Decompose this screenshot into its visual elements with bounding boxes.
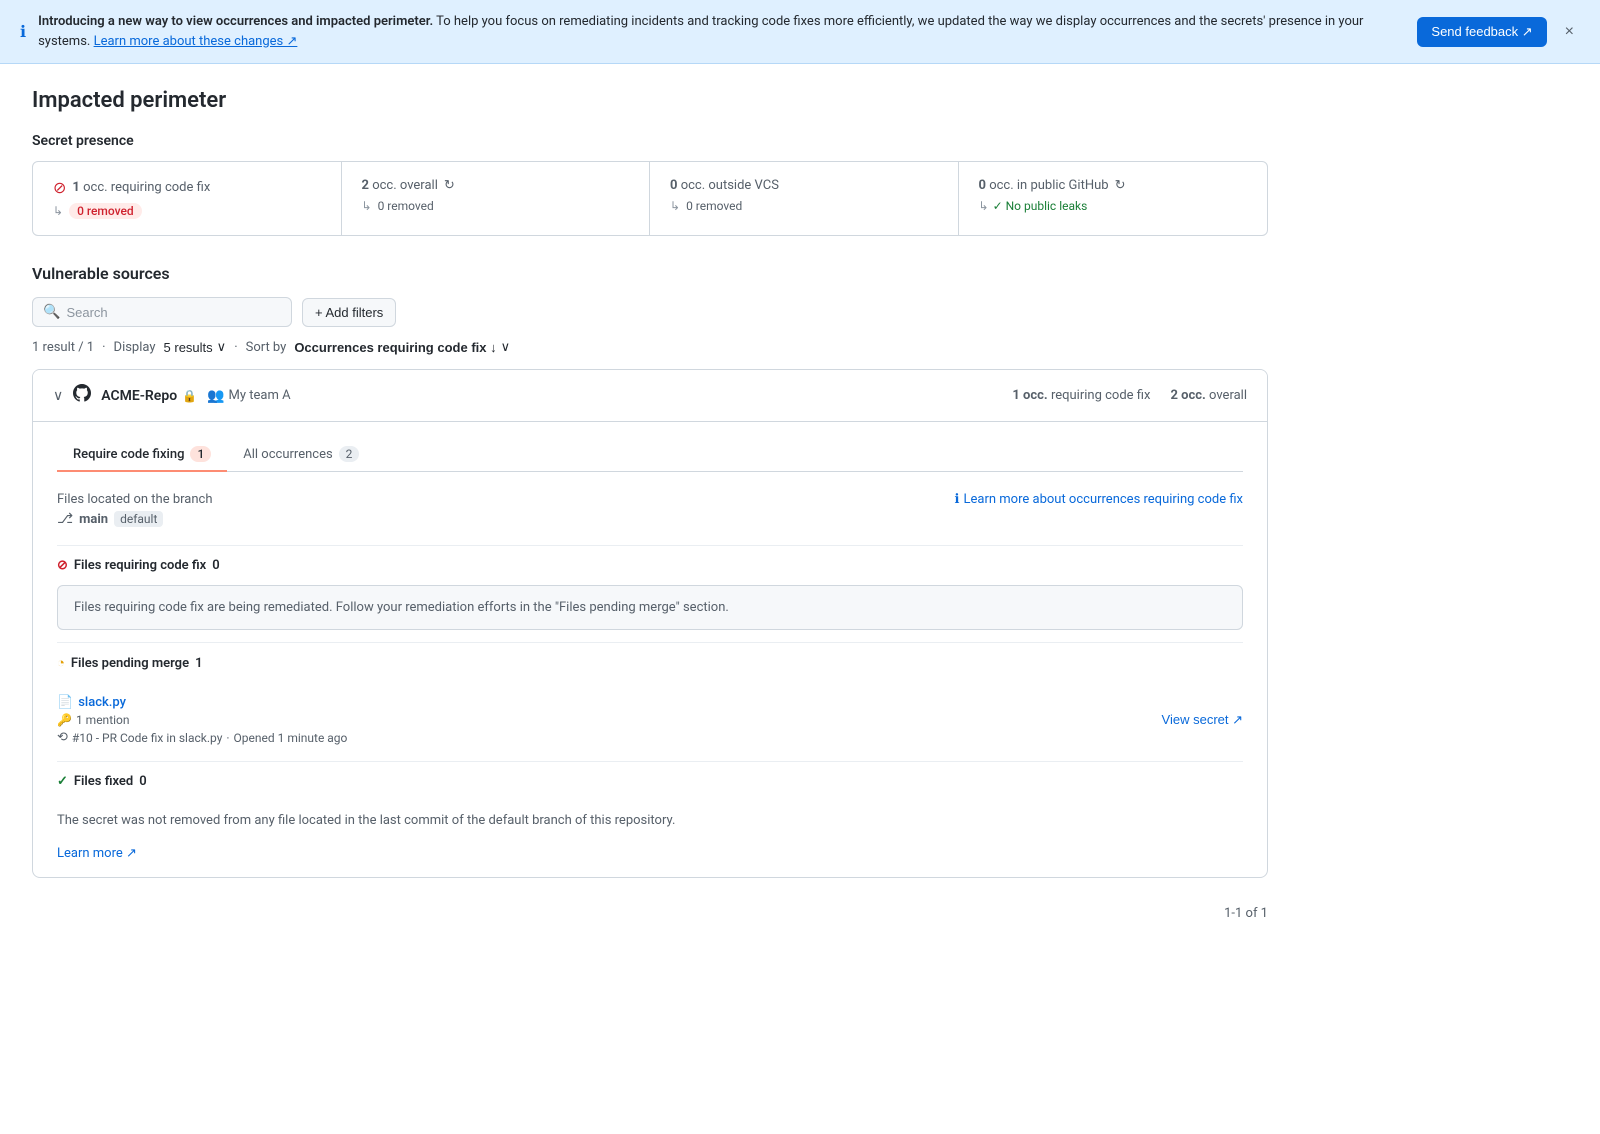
warning-icon: ⊘ xyxy=(57,558,68,573)
pr-row: ⟲ #10 - PR Code fix in slack.py · Opened… xyxy=(57,730,1152,745)
display-dropdown[interactable]: 5 results ∨ xyxy=(164,339,227,355)
default-badge: default xyxy=(114,511,163,527)
secret-card-public-github: 0 occ. in public GitHub ↻ ↳ ✓ No public … xyxy=(959,162,1268,235)
banner-text: Introducing a new way to view occurrence… xyxy=(38,12,1405,51)
files-fixed-heading: ✓ Files fixed 0 xyxy=(57,761,1243,801)
tab-count-2: 2 xyxy=(339,446,360,462)
secret-card-overall: 2 occ. overall ↻ ↳ 0 removed xyxy=(342,162,651,235)
repo-card-header: ∨ ACME-Repo 🔒 👥 My team A 1 oc xyxy=(33,370,1267,422)
card2-label: 2 occ. overall ↻ xyxy=(362,178,630,193)
card4-label: 0 occ. in public GitHub ↻ xyxy=(979,178,1248,193)
results-sort-row: 1 result / 1 · Display 5 results ∨ · Sor… xyxy=(32,339,1268,355)
key-icon: 🔑 xyxy=(57,713,72,727)
learn-more-occurrences-link[interactable]: ℹ Learn more about occurrences requiring… xyxy=(955,492,1243,507)
files-requiring-code-fix-heading: ⊘ Files requiring code fix 0 xyxy=(57,545,1243,585)
banner-bold-text: Introducing a new way to view occurrence… xyxy=(38,14,433,29)
vulnerable-sources-section: Vulnerable sources 🔍 + Add filters 1 res… xyxy=(32,264,1268,933)
send-feedback-button[interactable]: Send feedback ↗ xyxy=(1417,17,1546,47)
results-count: 1 result / 1 xyxy=(32,340,94,355)
file-row: 📄 slack.py 🔑 1 mention ⟲ #10 - PR Code f… xyxy=(57,683,1243,757)
search-icon: 🔍 xyxy=(43,304,60,320)
file-icon: 📄 xyxy=(57,695,73,710)
warning-circle-icon: ⊘ xyxy=(53,178,66,197)
lock-icon: 🔒 xyxy=(182,389,197,403)
chevron-down-icon: ∨ xyxy=(217,339,227,355)
files-on-branch-label: Files located on the branch xyxy=(57,492,213,507)
files-fixed-info: The secret was not removed from any file… xyxy=(57,801,1243,840)
add-filters-button[interactable]: + Add filters xyxy=(302,298,396,327)
repo-header-left: ∨ ACME-Repo 🔒 👥 My team A xyxy=(53,384,1012,407)
card1-label: ⊘ 1 occ. requiring code fix xyxy=(53,178,321,197)
pagination-row: 1-1 of 1 xyxy=(32,894,1268,933)
files-pending-merge-heading: ◔ Files pending merge 1 xyxy=(57,642,1243,683)
sort-dropdown[interactable]: Occurrences requiring code fix ↓ ∨ xyxy=(294,339,510,355)
pagination-label: 1-1 of 1 xyxy=(1224,906,1268,921)
card1-removed: ↳ 0 removed xyxy=(53,203,321,219)
display-label: Display xyxy=(114,340,156,355)
occ-requiring-label: 1 occ. requiring code fix xyxy=(1012,388,1150,403)
tab-count-1: 1 xyxy=(190,446,211,462)
pending-circle-icon: ◔ xyxy=(57,655,65,671)
search-filter-row: 🔍 + Add filters xyxy=(32,297,1268,327)
secret-card-requiring-code-fix: ⊘ 1 occ. requiring code fix ↳ 0 removed xyxy=(33,162,342,235)
secret-card-outside-vcs: 0 occ. outside VCS ↳ 0 removed xyxy=(650,162,959,235)
branch-info-left: Files located on the branch ⎇ main defau… xyxy=(57,492,213,527)
repo-name: ACME-Repo 🔒 xyxy=(101,388,197,404)
card3-removed: ↳ 0 removed xyxy=(670,199,938,213)
secret-presence-grid: ⊘ 1 occ. requiring code fix ↳ 0 removed … xyxy=(32,161,1268,236)
repo-card-body: Require code fixing 1 All occurrences 2 … xyxy=(33,422,1267,877)
card2-removed: ↳ 0 removed xyxy=(362,199,630,213)
file-meta: 🔑 1 mention xyxy=(57,713,1152,727)
info-circle-icon: ℹ xyxy=(955,492,960,507)
branch-line: ⎇ main default xyxy=(57,511,213,527)
search-input[interactable] xyxy=(66,305,281,320)
branch-info-row: Files located on the branch ⎇ main defau… xyxy=(57,492,1243,527)
removed-badge: 0 removed xyxy=(69,203,142,219)
info-icon: ℹ xyxy=(20,22,26,41)
sort-by-label: Sort by xyxy=(246,340,287,355)
removed-arrow-icon-2: ↳ xyxy=(362,199,372,213)
check-circle-icon: ✓ xyxy=(993,199,1003,213)
card3-label: 0 occ. outside VCS xyxy=(670,178,938,193)
team-badge: 👥 My team A xyxy=(207,388,291,404)
refresh-icon-2[interactable]: ↻ xyxy=(1115,178,1126,193)
tab-require-code-fixing[interactable]: Require code fixing 1 xyxy=(57,438,227,472)
tab-all-occurrences[interactable]: All occurrences 2 xyxy=(227,438,375,472)
banner-learn-more-link[interactable]: Learn more about these changes ↗ xyxy=(94,34,298,49)
chevron-collapse-icon[interactable]: ∨ xyxy=(53,388,63,404)
vulnerable-sources-title: Vulnerable sources xyxy=(32,264,1268,283)
branch-name: main xyxy=(79,512,108,527)
view-secret-button[interactable]: View secret ↗ xyxy=(1162,712,1243,728)
files-requiring-code-fix-info: Files requiring code fix are being remed… xyxy=(57,585,1243,630)
learn-more-link[interactable]: Learn more ↗ xyxy=(57,846,1243,861)
branch-icon: ⎇ xyxy=(57,511,73,527)
separator: · xyxy=(102,340,105,355)
chevron-down-icon-2: ∨ xyxy=(501,339,511,355)
secret-presence-title: Secret presence xyxy=(32,133,1268,149)
card4-count: 0 xyxy=(979,178,986,193)
tabs: Require code fixing 1 All occurrences 2 xyxy=(57,438,1243,472)
github-icon xyxy=(73,384,91,407)
search-input-wrapper[interactable]: 🔍 xyxy=(32,297,292,327)
card2-count: 2 xyxy=(362,178,369,193)
removed-arrow-icon-3: ↳ xyxy=(670,199,680,213)
success-check-icon: ✓ xyxy=(57,774,68,789)
file-row-left: 📄 slack.py 🔑 1 mention ⟲ #10 - PR Code f… xyxy=(57,695,1152,745)
pr-icon: ⟲ xyxy=(57,730,68,745)
card1-count: 1 occ. requiring code fix xyxy=(72,180,210,195)
close-banner-button[interactable]: × xyxy=(1559,21,1580,43)
removed-arrow-icon: ↳ xyxy=(53,204,63,218)
card4-no-leaks: ↳ ✓ No public leaks xyxy=(979,199,1248,213)
refresh-icon[interactable]: ↻ xyxy=(444,178,455,193)
page-title: Impacted perimeter xyxy=(32,88,1268,113)
removed-arrow-icon-4: ↳ xyxy=(979,199,989,213)
repo-card: ∨ ACME-Repo 🔒 👥 My team A 1 oc xyxy=(32,369,1268,878)
announcement-banner: ℹ Introducing a new way to view occurren… xyxy=(0,0,1600,64)
repo-header-right: 1 occ. requiring code fix 2 occ. overall xyxy=(1012,388,1247,403)
card3-count: 0 xyxy=(670,178,677,193)
file-name: 📄 slack.py xyxy=(57,695,1152,710)
team-icon: 👥 xyxy=(207,388,224,404)
separator-2: · xyxy=(234,340,237,355)
occ-overall-label: 2 occ. overall xyxy=(1170,388,1247,403)
